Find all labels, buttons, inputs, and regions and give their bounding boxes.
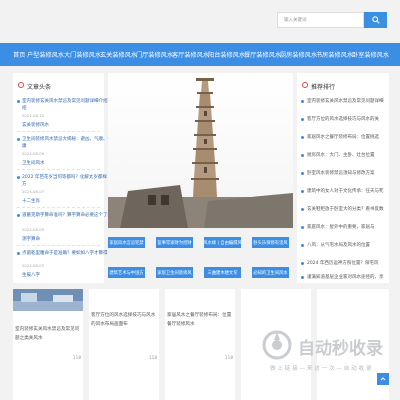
pagoda-photo[interactable] [108,73,293,228]
tag-link[interactable]: 风水缘 | 自由编撰风 [204,237,241,248]
nav-item-huxing[interactable]: 户型装修风水 [27,50,64,59]
card-count: 118 [149,355,157,360]
article-date: 2024-08-03 [22,263,45,268]
tag-link[interactable]: 必知的卫生间风水 [252,267,289,278]
right-panel: 推荐排行 室内装修玄关风水禁忌及常见问题详细 客厅方位的风水选择技巧与风水的关 … [297,73,389,283]
article-category[interactable]: 生辰八字 [22,272,40,278]
nav-item-xuanguan[interactable]: 玄关装修风水 [100,50,137,59]
panel-title: 推荐排行 [311,84,336,91]
title-marker-icon [302,82,308,88]
bullet-icon [17,252,20,255]
article-date: 2024-08-12 [22,113,45,118]
rank-item[interactable]: 家庭风水：屋外中的重要，家居与 [307,224,386,230]
tag-link[interactable]: 鉴事常家财为招财 [156,237,193,248]
article-card[interactable]: 客厅方位的风水选择技巧与风水的风水布局画面布 118 [89,289,159,400]
bullet-icon [301,190,304,193]
article-date: 2024-08-07 [22,189,45,194]
nav-item-shufang[interactable]: 书房装修风水 [316,50,353,59]
article-title[interactable]: 2022 年芭花岁当何等都吗？化解太岁都样 [22,174,107,180]
bullet-icon [17,138,20,141]
tag-link[interactable]: 家居卫生间装修风 [156,267,193,278]
article-title-cont[interactable]: 绍 [22,105,27,111]
search-icon [371,16,380,24]
article-card[interactable]: 室内装修玄关风水禁忌及常见问题之类关风水 118 [13,289,83,400]
article-category[interactable]: 测字算命 [22,236,40,242]
article-title[interactable]: 室内装修玄关风水禁忌及常见问题详细介绍 [22,98,108,104]
card-title[interactable]: 家居风水之餐厅装修布局：位置餐厅装修风水 [167,311,235,329]
bullet-icon [301,100,304,103]
article-title[interactable]: 卫生间装修风水禁忌大揭秘：避凶、气顺、健康 [22,136,117,142]
tag-link[interactable]: 三曲建木楼文军 [204,267,241,278]
nav-item-woshi[interactable]: 卧室装修风水 [352,50,389,59]
card-count: 118 [225,355,233,360]
rank-item[interactable]: 卧室风水装修禁忌须知与修改方案 [307,170,386,176]
article-category[interactable]: 卫生间风水 [22,160,45,166]
nav-item-yangtai[interactable]: 阳台装修风水 [208,50,245,59]
article-title[interactable]: 道墓克斯字算命准吗？算字算命必要这个了解 [22,212,112,218]
nav-item-menting[interactable]: 门厅装修风水 [136,50,173,59]
divider [17,131,100,132]
card-thumbnail [13,289,83,311]
nav-item-canting[interactable]: 餐厅装修风水 [244,50,281,59]
rank-item[interactable]: 厨房风水：大门、主卧、灶台位置 [307,152,386,158]
center-panel: 家居风水宜忌犯禁 鉴事常家财为招财 风水缘 | 自由编撰风 卧头乐探修有话风 建… [108,73,293,283]
bullet-icon [301,244,304,247]
bullet-icon [17,214,20,217]
tag-link[interactable]: 家居风水宜忌犯禁 [108,237,145,248]
title-marker-icon [18,82,24,88]
rank-item[interactable]: 玄关鞋柜放于卧室大的分类？看书反数 [307,206,386,212]
article-date: 2024-08-09 [22,151,45,156]
rank-item[interactable]: 客厅方位的风水选择技巧与风水的关 [307,116,386,122]
article-card[interactable]: 家居风水之餐厅装修布局：位置餐厅装修风水 118 [165,289,235,400]
divider [17,169,100,170]
nav-item-keting[interactable]: 客厅装修风水 [172,50,209,59]
bullet-icon [17,100,20,103]
nav-item-home[interactable]: 首页 [13,50,25,59]
article-category[interactable]: 十二生肖 [22,198,40,204]
back-to-top-button[interactable] [377,373,389,385]
bullet-icon [301,172,304,175]
search-input[interactable]: 输入关键词 [277,12,364,28]
article-title-cont[interactable]: 康 [22,143,27,149]
card-title[interactable]: 客厅方位的风水选择技巧与风水的风水布局画面布 [91,311,159,329]
tag-link[interactable]: 建筑艺术与中国方 [108,267,145,278]
bullet-icon [301,136,304,139]
bullet-icon [301,118,304,121]
arrow-up-icon [380,377,386,381]
nav-item-chufang[interactable]: 厨房装修风水 [280,50,317,59]
rank-item[interactable]: 2024 年西历运神方照位置？阳宅风 [307,260,386,266]
article-date: 2024-08-05 [22,227,45,232]
bullet-icon [301,208,304,211]
article-title[interactable]: 点菌乾里雕命于是准确？要如如八字才算得… [22,250,112,256]
bullet-icon [17,176,20,179]
rank-item[interactable]: 室内装修玄关风水禁忌及常见问题详细 [307,98,386,104]
article-card[interactable] [241,289,311,400]
article-title-cont[interactable]: 方 [22,181,27,187]
bullet-icon [301,154,304,157]
rank-item[interactable]: 建筑中的女人对于文化传承：任天与死 [307,188,386,194]
card-title[interactable]: 室内装修玄关风水禁忌及常见问题之类关风水 [15,325,83,343]
search-button[interactable] [364,12,387,28]
bullet-icon [301,226,304,229]
panel-title: 文章头条 [27,84,52,91]
article-category[interactable]: 玄关装修风水 [22,122,49,128]
divider [17,207,100,208]
divider [17,245,100,246]
rank-item[interactable]: 谨满知道基层企业家对风水途径的，享 [307,274,386,280]
left-panel: 文章头条 室内装修玄关风水禁忌及常见问题详细介绍 绍 2024-08-12 玄关… [13,73,117,283]
rank-item[interactable]: 八风：从气宅水局及风水的位置 [307,242,386,248]
rank-item[interactable]: 家居风水之餐厅装修布局：位置挑选 [307,134,386,140]
top-bar: 输入关键词 [0,0,400,40]
bullet-icon [301,276,304,279]
bullet-icon [301,262,304,265]
main-nav: 首页 户型装修风水 大门装修风水 玄关装修风水 门厅装修风水 客厅装修风水 阳台… [0,43,400,66]
card-count: 118 [73,355,81,360]
tag-link[interactable]: 卧头乐探修有话风 [252,237,289,248]
nav-item-damen[interactable]: 大门装修风水 [64,50,101,59]
